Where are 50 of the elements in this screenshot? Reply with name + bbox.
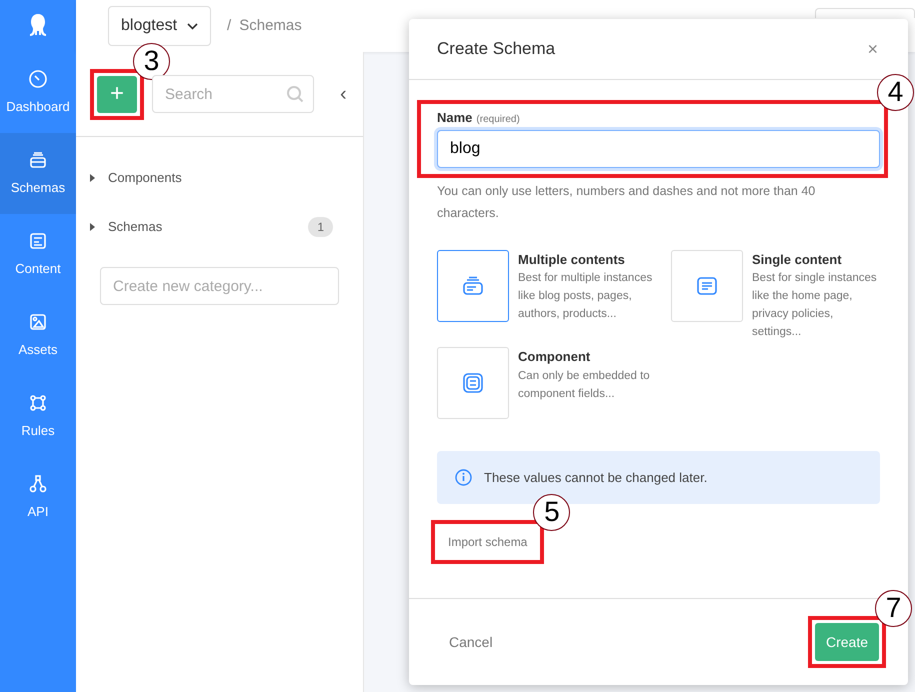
- option-description: Best for single instances like the home page, privacy policies, settings...: [752, 271, 878, 340]
- sidebar-nav-item[interactable]: Dashboard: [0, 52, 76, 133]
- help-text: You can only use letters, numbers and dashes and not more than 40 characters.: [437, 182, 816, 222]
- component-icon: [461, 371, 485, 395]
- gauge-icon: [28, 68, 48, 89]
- workspace-dropdown[interactable]: blogtest: [108, 6, 212, 46]
- caret-right-icon: [90, 174, 95, 182]
- chevron-down-icon: [187, 22, 198, 30]
- count-badge: 1: [308, 216, 333, 236]
- search-icon: [286, 85, 304, 103]
- create-button[interactable]: Create: [814, 623, 879, 661]
- option-title: Multiple contents: [518, 250, 626, 269]
- callout-number: 4: [877, 74, 914, 111]
- document-icon: [28, 230, 48, 251]
- sidebar-nav-item[interactable]: Schemas: [0, 133, 76, 214]
- breadcrumb-separator: /: [227, 16, 232, 36]
- add-button[interactable]: +: [97, 76, 137, 112]
- search-field[interactable]: Search: [152, 75, 314, 113]
- sidebar-nav-item[interactable]: Rules: [0, 376, 76, 457]
- option-description: Can only be embedded to component fields...: [518, 368, 651, 402]
- callout-number: 7: [875, 590, 912, 627]
- image-icon: [28, 312, 48, 332]
- stack-icon: [461, 274, 485, 298]
- tree-group[interactable]: Components: [76, 153, 363, 202]
- category-field[interactable]: Create new category...: [100, 267, 339, 305]
- cancel-button[interactable]: Cancel: [437, 628, 505, 656]
- breadcrumb-item[interactable]: Schemas: [239, 14, 302, 38]
- caret-right-icon: [90, 222, 95, 230]
- stack-icon: [28, 150, 48, 170]
- quick-nav-field[interactable]: [815, 8, 915, 18]
- option-description: Best for multiple instances like blog posts, pages, authors, products...: [518, 271, 654, 322]
- field-label: Name: [437, 109, 472, 127]
- option-title: Single content: [752, 250, 843, 269]
- octopus-logo-icon[interactable]: [28, 13, 48, 39]
- nodes-icon: [28, 392, 48, 413]
- required-hint: (required): [476, 113, 520, 127]
- collapse-button[interactable]: ‹: [334, 78, 353, 110]
- name-field[interactable]: blog: [437, 130, 880, 168]
- info-text: These values cannot be changed later.: [484, 468, 708, 487]
- sidebar-nav-item[interactable]: API: [0, 457, 76, 538]
- close-button[interactable]: ×: [861, 34, 884, 64]
- tree-group[interactable]: Schemas 1: [76, 202, 363, 251]
- dialog-title: Create Schema: [437, 38, 556, 60]
- callout-number: 5: [533, 494, 570, 531]
- sidebar-nav-item[interactable]: Assets: [0, 295, 76, 376]
- info-icon: [455, 469, 472, 486]
- tree-icon: [28, 474, 48, 494]
- sidebar-nav-item[interactable]: Content: [0, 214, 76, 295]
- schema-type-option[interactable]: [437, 250, 509, 322]
- option-title: Component: [518, 348, 592, 366]
